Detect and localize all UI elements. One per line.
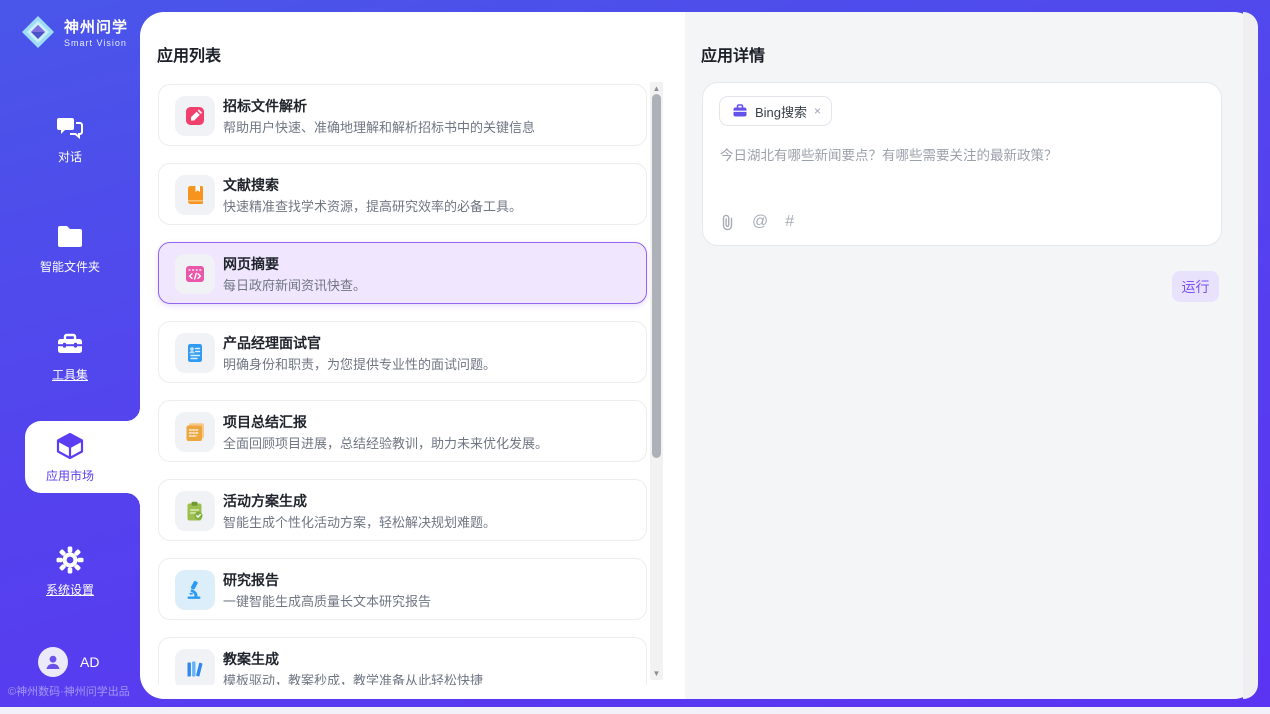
avatar [38,647,68,677]
folder-icon [55,222,85,252]
app-card-title: 网页摘要 [223,254,279,274]
app-card-research-report[interactable]: 研究报告 一键智能生成高质量长文本研究报告 [158,558,647,620]
browser-code-icon [175,254,215,294]
list-scrollbar[interactable]: ▲ ▼ [650,82,663,680]
briefcase-icon [732,103,748,119]
app-card-desc: 快速精准查找学术资源，提高研究效率的必备工具。 [223,196,522,215]
app-card-title: 活动方案生成 [223,491,307,511]
sidebar-item-label: 工具集 [52,368,88,382]
books-icon [175,649,215,685]
bottom-strip [0,707,1270,714]
gear-icon [55,545,85,575]
app-card-project-summary[interactable]: 项目总结汇报 全面回顾项目进展，总结经验教训，助力未来优化发展。 [158,400,647,462]
scroll-up-icon[interactable]: ▲ [650,84,663,93]
app-card-title: 产品经理面试官 [223,333,321,353]
brand-tagline: Smart Vision [64,38,128,48]
hash-icon[interactable]: # [785,213,794,231]
toolbox-icon [55,330,85,360]
sidebar-item-settings[interactable]: 系统设置 [0,545,140,599]
app-card-title: 研究报告 [223,570,279,590]
app-card-desc: 全面回顾项目进展，总结经验教训，助力未来优化发展。 [223,433,548,452]
paperclip-icon[interactable] [720,214,735,231]
detail-scroll-gutter[interactable] [1243,12,1258,699]
prompt-toolbar: @ # [720,213,794,231]
notepad-icon [175,412,215,452]
sidebar-item-smart-folder[interactable]: 智能文件夹 [0,222,140,276]
app-card-desc: 明确身份和职责，为您提供专业性的面试问题。 [223,354,496,373]
sidebar-item-chat[interactable]: 对话 [0,112,140,166]
scrollbar-thumb[interactable] [652,94,661,458]
app-card-web-summary[interactable]: 网页摘要 每日政府新闻资讯快查。 [158,242,647,304]
app-card-desc: 模板驱动，教案秒成，教学准备从此轻松快捷 [223,670,483,685]
cube-icon [55,431,85,461]
copyright-text: ©神州数码·神州问学出品 [8,683,140,699]
app-card-title: 文献搜索 [223,175,279,195]
prompt-input[interactable]: 今日湖北有哪些新闻要点？有哪些需要关注的最新政策？ [720,146,1200,166]
app-card-desc: 每日政府新闻资讯快查。 [223,275,366,294]
prompt-card: Bing搜索 × 今日湖北有哪些新闻要点？有哪些需要关注的最新政策？ @ # [702,82,1222,246]
tool-chip-label: Bing搜索 [755,102,807,121]
app-cards: 招标文件解析 帮助用户快速、准确地理解和解析招标书中的关键信息 文献搜索 快速精… [158,84,647,685]
brand-logo: 神州问学 Smart Vision [20,14,128,50]
app-card-lesson-plan[interactable]: 教案生成 模板驱动，教案秒成，教学准备从此轻松快捷 [158,637,647,685]
app-card-literature-search[interactable]: 文献搜索 快速精准查找学术资源，提高研究效率的必备工具。 [158,163,647,225]
app-card-desc: 一键智能生成高质量长文本研究报告 [223,591,431,610]
app-card-bid-document-analysis[interactable]: 招标文件解析 帮助用户快速、准确地理解和解析招标书中的关键信息 [158,84,647,146]
brand-name: 神州问学 [64,16,128,37]
app-card-title: 教案生成 [223,649,279,669]
sidebar-item-app-market[interactable]: 应用市场 [0,431,140,485]
app-detail-title: 应用详情 [701,42,765,66]
sidebar-item-label: 应用市场 [46,469,94,483]
app-card-title: 项目总结汇报 [223,412,307,432]
run-button[interactable]: 运行 [1172,271,1219,302]
clipboard-check-icon [175,491,215,531]
user-account[interactable]: AD [38,647,99,677]
resume-person-icon [175,333,215,373]
sidebar: 神州问学 Smart Vision 对话 智能文件夹 [0,0,140,707]
tool-chip-bing-search[interactable]: Bing搜索 × [719,96,832,126]
document-edit-icon [175,96,215,136]
app-list-panel: 应用列表 招标文件解析 帮助用户快速、准确地理解和解析招标书中的关键信息 [140,12,685,699]
app-card-desc: 智能生成个性化活动方案，轻松解决规划难题。 [223,512,496,531]
sidebar-item-toolset[interactable]: 工具集 [0,330,140,384]
sidebar-item-label: 对话 [58,150,82,164]
app-list-title: 应用列表 [157,42,221,66]
scroll-down-icon[interactable]: ▼ [650,669,663,678]
chip-close-icon[interactable]: × [814,104,821,118]
user-initials: AD [80,654,99,670]
at-icon[interactable]: @ [752,213,768,231]
microscope-icon [175,570,215,610]
app-card-title: 招标文件解析 [223,96,307,116]
chat-icon [55,112,85,142]
diamond-logo-icon [20,14,56,50]
app-card-desc: 帮助用户快速、准确地理解和解析招标书中的关键信息 [223,117,535,136]
sidebar-item-label: 智能文件夹 [40,260,100,274]
app-card-event-plan[interactable]: 活动方案生成 智能生成个性化活动方案，轻松解决规划难题。 [158,479,647,541]
book-icon [175,175,215,215]
app-card-pm-interviewer[interactable]: 产品经理面试官 明确身份和职责，为您提供专业性的面试问题。 [158,321,647,383]
app-frame: 神州问学 Smart Vision 对话 智能文件夹 [0,0,1270,714]
app-detail-panel: 应用详情 Bing搜索 × 今日湖北有哪些新闻要点？有哪些需要关注的最新政策？ [685,12,1258,699]
sidebar-item-label: 系统设置 [46,583,94,597]
